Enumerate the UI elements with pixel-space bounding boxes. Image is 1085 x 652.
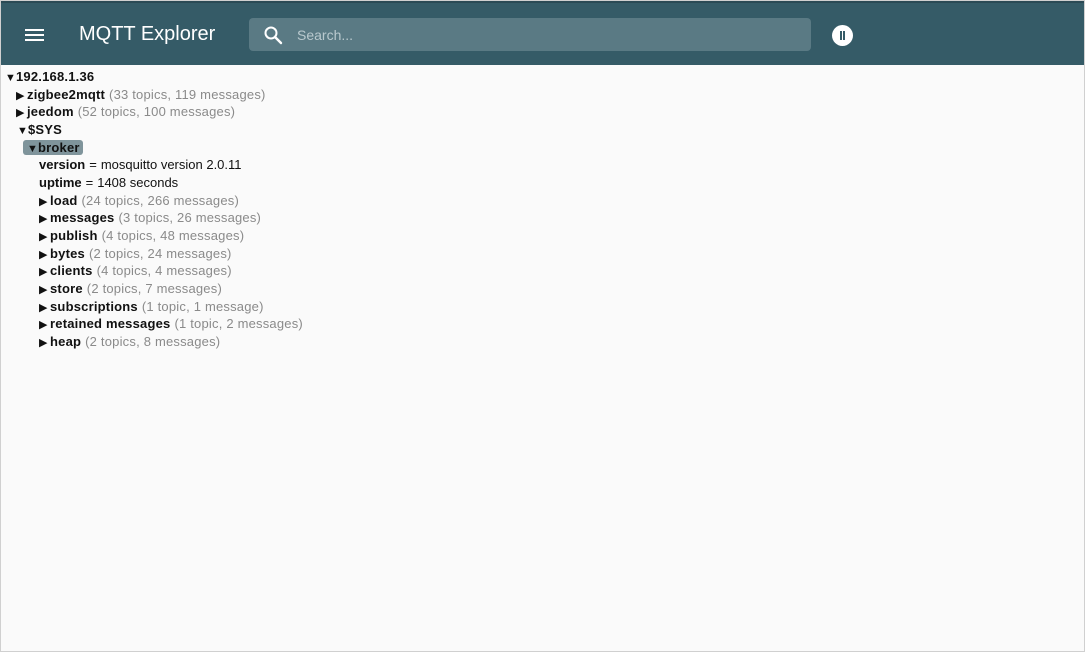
expanded-arrow-icon[interactable]: ▼ bbox=[5, 70, 16, 87]
node-meta: (52 topics, 100 messages) bbox=[77, 104, 236, 119]
node-name: heap bbox=[50, 334, 82, 349]
node-name: broker bbox=[38, 140, 80, 155]
tree-node-sys[interactable]: ▼$SYS bbox=[17, 121, 62, 138]
tree-node-messages[interactable]: ▶ messages (3 topics, 26 messages) bbox=[39, 209, 261, 226]
tree-node-load[interactable]: ▶ load (24 topics, 266 messages) bbox=[39, 192, 239, 209]
node-name: $SYS bbox=[28, 122, 63, 137]
tree-value-version[interactable]: version = mosquitto version 2.0.11 bbox=[39, 156, 242, 173]
node-meta: (33 topics, 119 messages) bbox=[109, 87, 266, 102]
tree-node-heap[interactable]: ▶ heap (2 topics, 8 messages) bbox=[39, 333, 220, 350]
node-name: messages bbox=[50, 210, 115, 225]
tree-node-bytes[interactable]: ▶ bytes (2 topics, 24 messages) bbox=[39, 245, 232, 262]
search-icon bbox=[264, 26, 283, 45]
node-meta: (3 topics, 26 messages) bbox=[118, 210, 262, 225]
node-meta: (1 topic, 1 message) bbox=[141, 299, 264, 314]
app-bar: MQTT Explorer bbox=[1, 1, 1084, 65]
node-name: 192.168.1.36 bbox=[16, 69, 95, 84]
tree-value-uptime[interactable]: uptime = 1408 seconds bbox=[39, 174, 178, 191]
node-name: zigbee2mqtt bbox=[27, 87, 106, 102]
node-meta: (4 topics, 4 messages) bbox=[96, 263, 232, 278]
node-name: subscriptions bbox=[50, 299, 138, 314]
collapsed-arrow-icon[interactable]: ▶ bbox=[39, 317, 50, 334]
app-title: MQTT Explorer bbox=[79, 23, 216, 45]
node-meta: (2 topics, 8 messages) bbox=[85, 334, 221, 349]
node-meta: (4 topics, 48 messages) bbox=[101, 228, 245, 243]
tree-node-retained-messages[interactable]: ▶ retained messages (1 topic, 2 messages) bbox=[39, 315, 303, 332]
tree-node-publish[interactable]: ▶ publish (4 topics, 48 messages) bbox=[39, 227, 244, 244]
app-window: MQTT Explorer ▼192.168.1.36 ▶zigbee2mqtt… bbox=[0, 0, 1085, 652]
collapsed-arrow-icon[interactable]: ▶ bbox=[16, 105, 27, 122]
value-equals: = bbox=[89, 157, 97, 172]
node-meta: (24 topics, 266 messages) bbox=[81, 193, 239, 208]
tree-node-subscriptions[interactable]: ▶ subscriptions (1 topic, 1 message) bbox=[39, 298, 264, 315]
expanded-arrow-icon[interactable]: ▼ bbox=[17, 123, 28, 140]
tree-node-broker[interactable]: ▼broker bbox=[23, 139, 83, 156]
tree-node-jeedom[interactable]: ▶ jeedom (52 topics, 100 messages) bbox=[16, 103, 235, 120]
collapsed-arrow-icon[interactable]: ▶ bbox=[39, 335, 50, 352]
node-name: bytes bbox=[50, 246, 85, 261]
search-input[interactable] bbox=[297, 18, 797, 51]
node-meta: (1 topic, 2 messages) bbox=[174, 316, 303, 331]
tree-node-zigbee2mqtt[interactable]: ▶ zigbee2mqtt (33 topics, 119 messages) bbox=[16, 86, 266, 103]
node-name: retained messages bbox=[50, 316, 171, 331]
value-key: uptime bbox=[39, 175, 82, 190]
pause-icon[interactable] bbox=[832, 25, 853, 46]
collapsed-arrow-icon[interactable]: ▶ bbox=[39, 229, 50, 246]
node-name: publish bbox=[50, 228, 98, 243]
node-meta: (2 topics, 7 messages) bbox=[86, 281, 222, 296]
search-box[interactable] bbox=[249, 18, 811, 51]
tree-node-root[interactable]: ▼192.168.1.36 bbox=[5, 68, 94, 85]
collapsed-arrow-icon[interactable]: ▶ bbox=[39, 211, 50, 228]
value-text: 1408 seconds bbox=[97, 175, 179, 190]
node-name: jeedom bbox=[27, 104, 74, 119]
expanded-arrow-icon[interactable]: ▼ bbox=[27, 141, 38, 158]
value-key: version bbox=[39, 157, 86, 172]
collapsed-arrow-icon[interactable]: ▶ bbox=[39, 264, 50, 281]
node-name: load bbox=[50, 193, 78, 208]
collapsed-arrow-icon[interactable]: ▶ bbox=[39, 282, 50, 299]
node-name: clients bbox=[50, 263, 93, 278]
menu-icon[interactable] bbox=[19, 20, 49, 50]
selected-node-highlight[interactable]: ▼broker bbox=[23, 140, 83, 155]
value-text: mosquitto version 2.0.11 bbox=[100, 157, 242, 172]
node-name: store bbox=[50, 281, 83, 296]
tree-node-store[interactable]: ▶ store (2 topics, 7 messages) bbox=[39, 280, 222, 297]
node-meta: (2 topics, 24 messages) bbox=[88, 246, 232, 261]
value-equals: = bbox=[85, 175, 94, 190]
tree-node-clients[interactable]: ▶ clients (4 topics, 4 messages) bbox=[39, 262, 232, 279]
